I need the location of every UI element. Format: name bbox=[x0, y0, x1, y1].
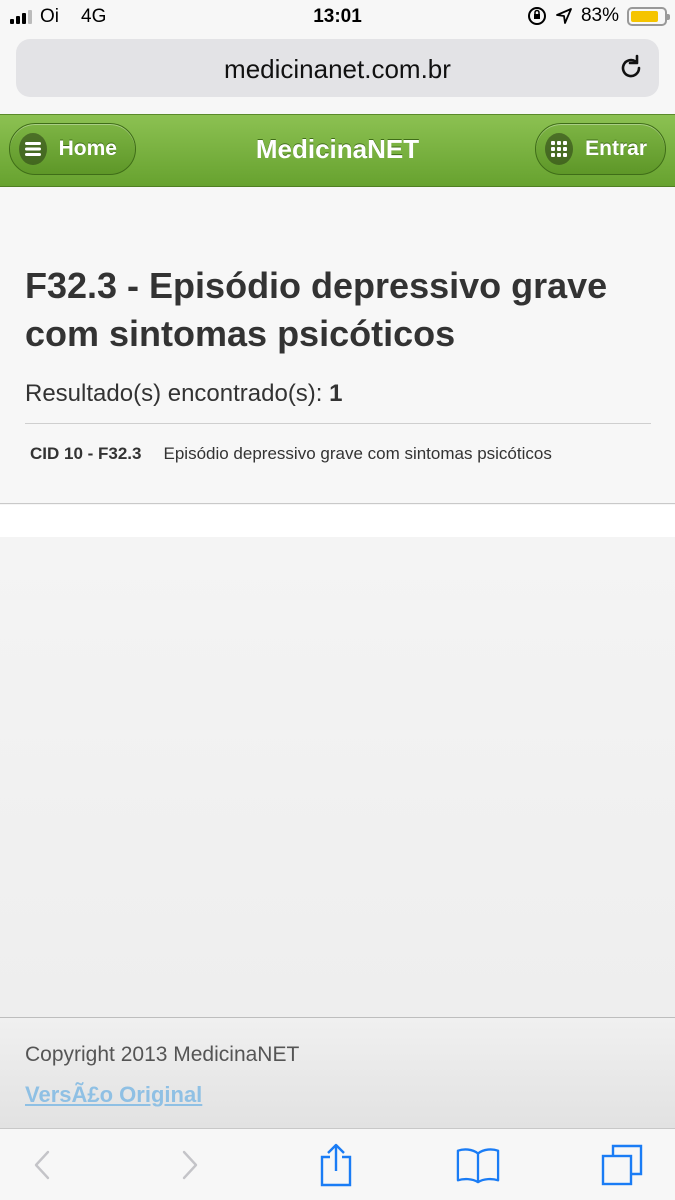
orientation-lock-icon bbox=[527, 7, 546, 25]
bookmarks-button[interactable] bbox=[456, 1143, 500, 1187]
result-item[interactable]: CID 10 - F32.3 Episódio depressivo grave… bbox=[30, 444, 552, 464]
footer: Copyright 2013 MedicinaNET VersÃ£o Origi… bbox=[0, 1017, 675, 1128]
status-right: 83% bbox=[527, 5, 670, 27]
original-version-link[interactable]: VersÃ£o Original bbox=[25, 1082, 202, 1108]
results-label: Resultado(s) encontrado(s): bbox=[25, 380, 323, 407]
results-count: 1 bbox=[329, 380, 343, 407]
main-content: F32.3 - Episódio depressivo grave com si… bbox=[0, 187, 675, 504]
back-button[interactable] bbox=[20, 1143, 64, 1187]
divider bbox=[25, 423, 651, 424]
back-icon bbox=[34, 1150, 50, 1180]
tabs-icon bbox=[601, 1144, 643, 1186]
url-text[interactable]: medicinanet.com.br bbox=[16, 54, 659, 85]
bookmarks-icon bbox=[456, 1148, 500, 1184]
battery-icon bbox=[627, 6, 670, 26]
tabs-button[interactable] bbox=[600, 1143, 644, 1187]
grid-icon bbox=[545, 133, 574, 165]
login-button[interactable]: Entrar bbox=[535, 123, 666, 175]
battery-percent: 83% bbox=[580, 5, 619, 26]
share-button[interactable] bbox=[314, 1143, 358, 1187]
empty-area bbox=[0, 537, 675, 1017]
reload-icon[interactable] bbox=[617, 54, 645, 82]
address-bar[interactable]: medicinanet.com.br bbox=[16, 39, 659, 97]
login-label: Entrar bbox=[585, 137, 647, 160]
site-header: Home MedicinaNET Entrar bbox=[0, 114, 675, 187]
copyright-text: Copyright 2013 MedicinaNET bbox=[25, 1043, 300, 1066]
forward-icon bbox=[182, 1150, 198, 1180]
result-description[interactable]: Episódio depressivo grave com sintomas p… bbox=[164, 444, 552, 464]
results-summary: Resultado(s) encontrado(s): 1 bbox=[25, 380, 343, 408]
browser-address-area: medicinanet.com.br bbox=[0, 34, 675, 114]
browser-toolbar bbox=[0, 1128, 675, 1200]
result-code[interactable]: CID 10 - F32.3 bbox=[30, 444, 142, 464]
content-spacer bbox=[0, 505, 675, 537]
share-icon bbox=[320, 1143, 352, 1187]
page-title: F32.3 - Episódio depressivo grave com si… bbox=[25, 265, 608, 354]
forward-button[interactable] bbox=[168, 1143, 212, 1187]
location-icon bbox=[556, 8, 572, 24]
status-bar: Oi 4G 13:01 83% bbox=[0, 0, 675, 34]
battery-level bbox=[631, 10, 658, 22]
